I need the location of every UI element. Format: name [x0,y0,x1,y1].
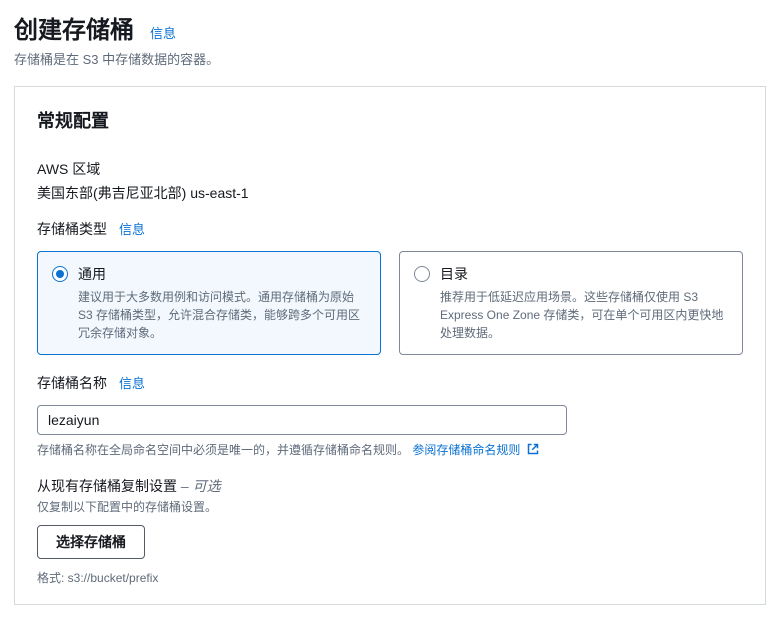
bucket-type-label: 存储桶类型 [37,219,107,239]
bucket-type-option-general[interactable]: 通用 建议用于大多数用例和访问模式。通用存储桶为原始 S3 存储桶类型，允许混合… [37,251,381,355]
header-info-link[interactable]: 信息 [150,23,176,42]
radio-icon [414,266,430,282]
bucket-type-info-link[interactable]: 信息 [119,219,145,238]
choose-bucket-button[interactable]: 选择存储桶 [37,525,145,559]
bucket-type-option-directory[interactable]: 目录 推荐用于低延迟应用场景。这些存储桶仅使用 S3 Express One Z… [399,251,743,355]
bucket-naming-rules-link[interactable]: 参阅存储桶命名规则 [412,443,538,457]
radio-icon [52,266,68,282]
region-value: 美国东部(弗吉尼亚北部) us-east-1 [37,183,743,203]
format-hint: 格式: s3://bucket/prefix [37,569,743,586]
option-title: 目录 [440,264,728,284]
option-title: 通用 [78,264,366,284]
region-label: AWS 区域 [37,159,743,179]
bucket-name-input[interactable] [37,405,567,435]
page-subtitle: 存储桶是在 S3 中存储数据的容器。 [14,49,766,68]
optional-label: – 可选 [181,478,221,494]
copy-settings-label: 从现有存储桶复制设置 [37,478,177,494]
bucket-name-label: 存储桶名称 [37,373,107,393]
bucket-name-info-link[interactable]: 信息 [119,373,145,392]
option-desc: 建议用于大多数用例和访问模式。通用存储桶为原始 S3 存储桶类型，允许混合存储类… [78,288,366,342]
option-desc: 推荐用于低延迟应用场景。这些存储桶仅使用 S3 Express One Zone… [440,288,728,342]
page-title: 创建存储桶 [14,10,134,45]
general-config-panel: 常规配置 AWS 区域 美国东部(弗吉尼亚北部) us-east-1 存储桶类型… [14,86,766,605]
copy-settings-subtitle: 仅复制以下配置中的存储桶设置。 [37,498,743,515]
panel-title: 常规配置 [37,107,743,133]
external-link-icon [527,443,539,455]
bucket-name-helper: 存储桶名称在全局命名空间中必须是唯一的，并遵循存储桶命名规则。 [37,443,409,457]
